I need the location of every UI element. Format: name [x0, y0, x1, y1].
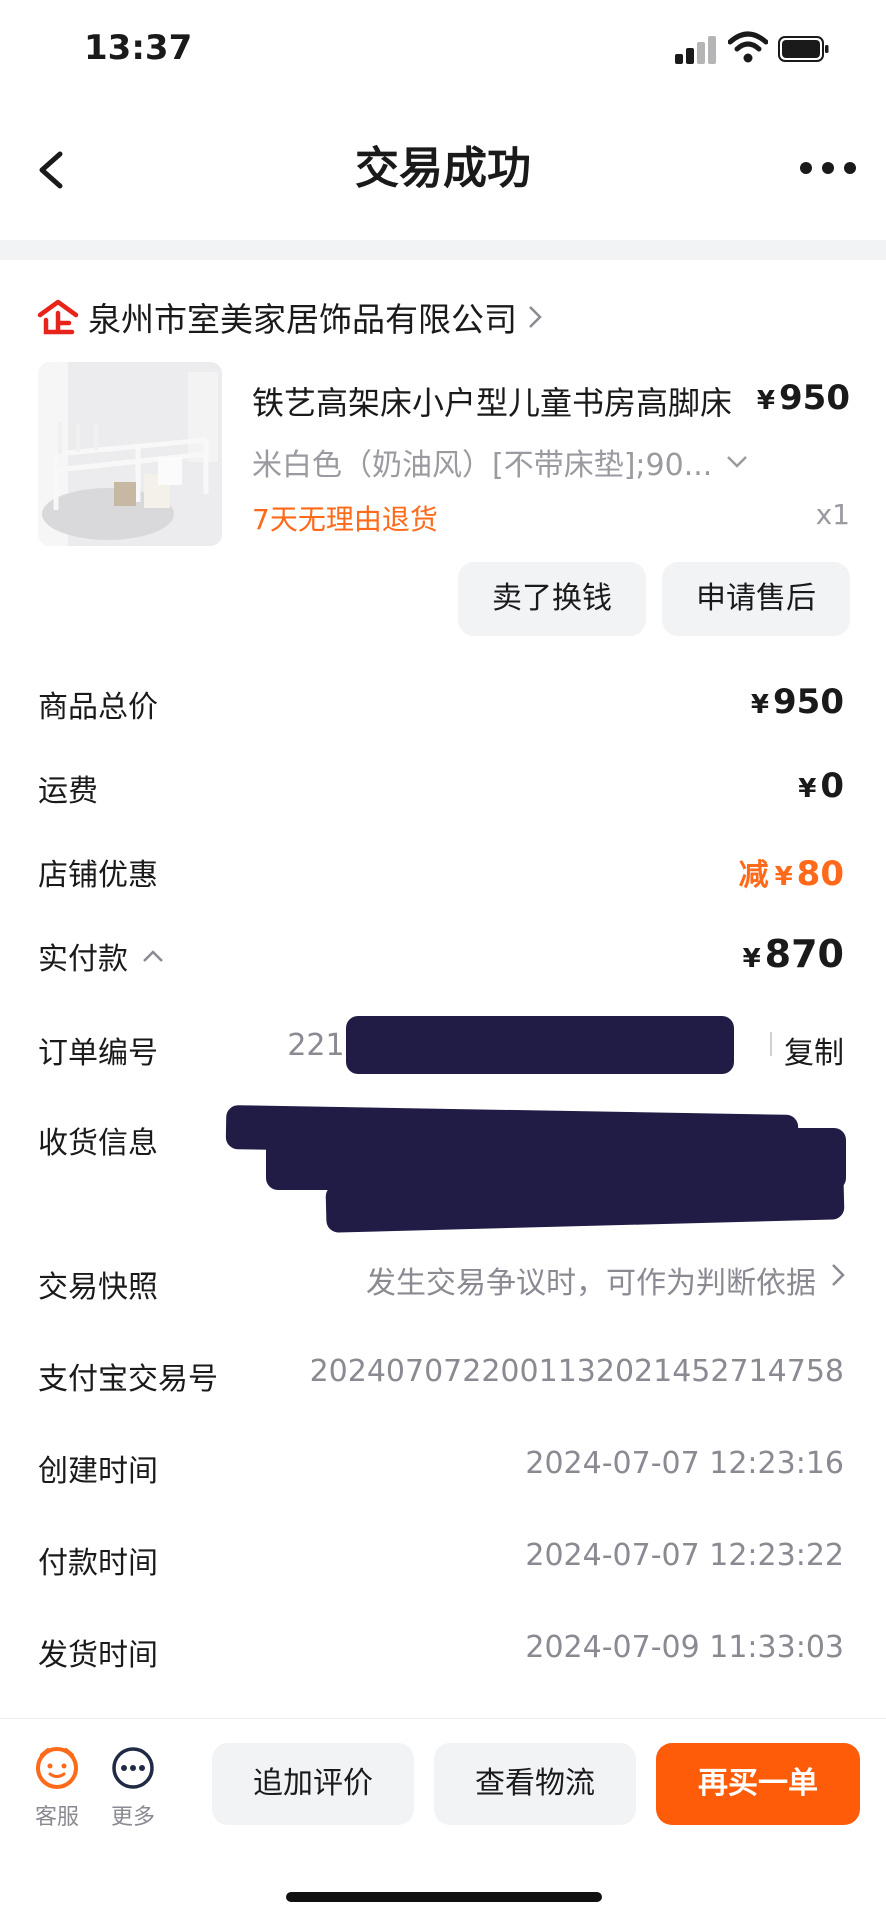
total-price-label: 商品总价: [38, 690, 158, 725]
quantity: x1: [815, 498, 850, 531]
discount-amount: 80: [796, 854, 844, 894]
more-label[interactable]: 更多: [111, 1799, 155, 1831]
page-title: 交易成功: [355, 143, 531, 194]
status-time: 13:37: [84, 28, 193, 68]
customer-service-label[interactable]: 客服: [35, 1799, 79, 1831]
sell-button[interactable]: 卖了换钱: [458, 562, 646, 636]
shipped-time-value: 2024-07-09 11:33:03: [525, 1630, 844, 1665]
price-currency: ¥: [756, 386, 776, 416]
wifi-icon: [728, 31, 768, 63]
shipping-label: 运费: [38, 774, 98, 809]
section-divider: [0, 240, 886, 260]
discount-currency: ¥: [774, 862, 793, 892]
product-title[interactable]: 铁艺高架床小户型儿童书房高脚床: [252, 378, 732, 424]
paid-amount: 870: [764, 932, 844, 976]
snapshot-value[interactable]: 发生交易争议时，可作为判断依据: [366, 1258, 816, 1302]
status-bar: 13:37: [0, 0, 886, 100]
discount-prefix: 减: [738, 858, 769, 893]
navigation-bar: 交易成功: [0, 100, 886, 240]
copy-button[interactable]: 复制: [784, 1028, 844, 1072]
snapshot-label: 交易快照: [38, 1270, 158, 1305]
total-amount: 950: [773, 682, 844, 722]
redaction-mark: [346, 1016, 734, 1074]
product-image[interactable]: [38, 362, 222, 546]
chevron-down-icon: [727, 456, 748, 468]
paid-currency: ¥: [742, 944, 761, 974]
chevron-up-icon: [143, 950, 163, 962]
buy-again-button[interactable]: 再买一单: [656, 1743, 860, 1825]
created-time-label: 创建时间: [38, 1454, 158, 1489]
customer-service-icon[interactable]: [34, 1745, 80, 1791]
shop-link[interactable]: 泉州市室美家居饰品有限公司: [36, 292, 543, 342]
return-policy-tag: 7天无理由退货: [252, 503, 438, 536]
chevron-right-icon[interactable]: [830, 1262, 846, 1288]
paid-amount-value: ¥870: [743, 932, 844, 976]
price-value: 950: [779, 378, 850, 418]
shipping-value: ¥0: [798, 766, 844, 806]
order-number-label: 订单编号: [38, 1036, 158, 1071]
paid-amount-label: 实付款: [38, 942, 128, 977]
created-time-value: 2024-07-07 12:23:16: [525, 1446, 844, 1481]
total-currency: ¥: [750, 690, 770, 720]
more-circle-icon[interactable]: [110, 1745, 156, 1791]
total-price-value: ¥950: [751, 682, 844, 722]
paid-time-label: 付款时间: [38, 1546, 158, 1581]
paid-time-value: 2024-07-07 12:23:22: [525, 1538, 844, 1573]
enterprise-badge-icon: [37, 299, 79, 335]
shop-discount-label: 店铺优惠: [38, 858, 158, 893]
home-indicator: [286, 1892, 602, 1902]
battery-icon: [778, 36, 829, 62]
shipped-time-label: 发货时间: [38, 1638, 158, 1673]
view-logistics-button[interactable]: 查看物流: [434, 1743, 636, 1825]
product-spec-selector[interactable]: 米白色（奶油风）[不带床垫];90...: [252, 440, 748, 484]
product-spec-text: 米白色（奶油风）[不带床垫];90...: [252, 448, 713, 483]
alipay-trade-no-value: 2024070722001132021452714758: [309, 1354, 844, 1389]
add-review-button[interactable]: 追加评价: [212, 1743, 414, 1825]
shop-discount-value: 减 ¥80: [739, 850, 844, 894]
paid-amount-toggle[interactable]: 实付款: [38, 934, 164, 978]
copy-divider: [770, 1032, 772, 1056]
shop-name: 泉州市室美家居饰品有限公司: [88, 300, 517, 339]
after-sale-button[interactable]: 申请售后: [662, 562, 850, 636]
bottom-action-bar: 客服 更多 追加评价 查看物流 再买一单: [0, 1718, 886, 1921]
chevron-right-icon: [529, 306, 542, 328]
product-price: ¥950: [757, 378, 850, 418]
signal-icon: [675, 36, 717, 64]
alipay-trade-no-label: 支付宝交易号: [38, 1362, 218, 1397]
shipping-info-label: 收货信息: [38, 1126, 158, 1161]
more-options-icon[interactable]: [800, 156, 856, 180]
shipping-currency: ¥: [798, 774, 817, 804]
shipping-amount: 0: [820, 766, 844, 806]
